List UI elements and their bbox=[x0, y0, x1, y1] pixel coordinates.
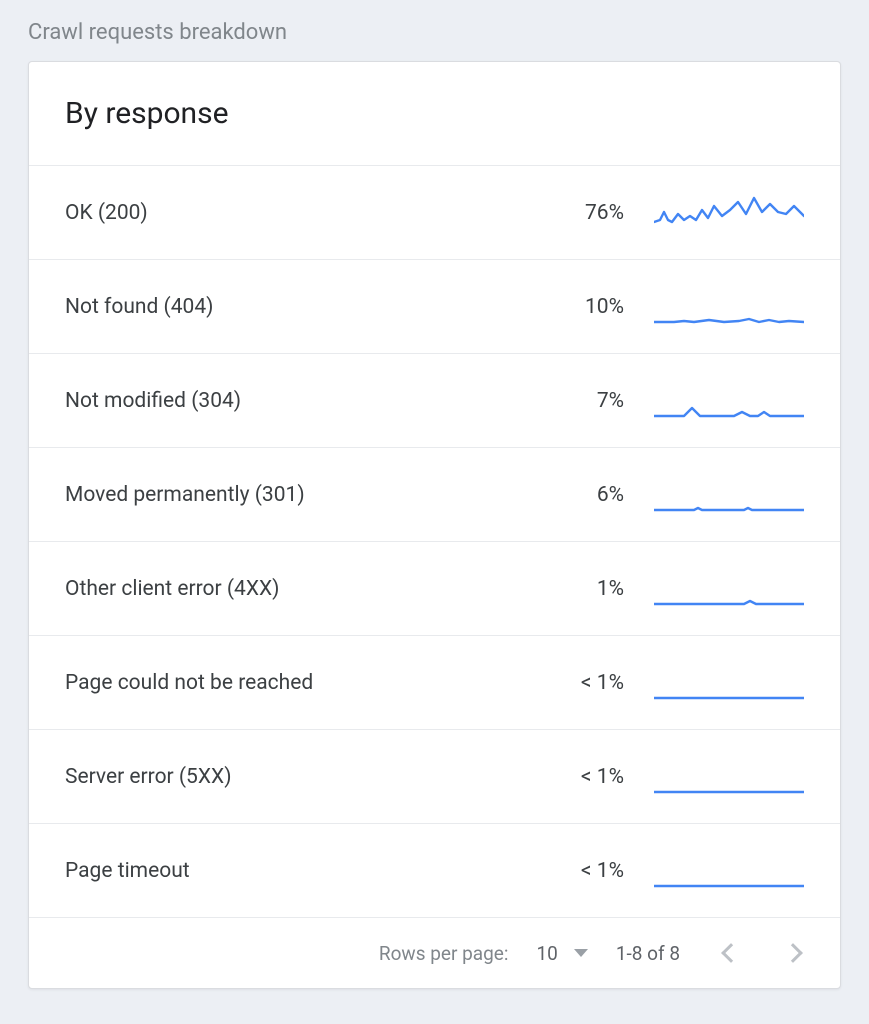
rows-per-page-label: Rows per page: bbox=[379, 942, 509, 965]
table-row[interactable]: Other client error (4XX)1% bbox=[29, 541, 840, 635]
sparkline-icon bbox=[654, 568, 804, 610]
sparkline-icon bbox=[654, 850, 804, 892]
row-label: Not found (404) bbox=[65, 295, 528, 319]
table-row[interactable]: Moved permanently (301)6% bbox=[29, 447, 840, 541]
row-value: < 1% bbox=[528, 859, 624, 883]
card-title: By response bbox=[65, 96, 804, 131]
table-row[interactable]: Not found (404)10% bbox=[29, 259, 840, 353]
row-value: < 1% bbox=[528, 671, 624, 695]
sparkline-icon bbox=[654, 474, 804, 516]
row-label: Page timeout bbox=[65, 859, 528, 883]
rows-per-page-value: 10 bbox=[536, 942, 557, 965]
row-label: OK (200) bbox=[65, 201, 528, 225]
sparkline-icon bbox=[654, 192, 804, 234]
row-value: 1% bbox=[528, 577, 624, 601]
row-value: 7% bbox=[528, 389, 624, 413]
row-value: 10% bbox=[528, 295, 624, 319]
row-label: Moved permanently (301) bbox=[65, 483, 528, 507]
row-value: 6% bbox=[528, 483, 624, 507]
chevron-down-icon bbox=[574, 949, 588, 957]
table-row[interactable]: Page timeout< 1% bbox=[29, 823, 840, 917]
by-response-card: By response OK (200)76%Not found (404)10… bbox=[28, 61, 841, 989]
table-row[interactable]: Server error (5XX)< 1% bbox=[29, 729, 840, 823]
next-page-button[interactable] bbox=[780, 940, 806, 966]
table-row[interactable]: Page could not be reached< 1% bbox=[29, 635, 840, 729]
row-label: Not modified (304) bbox=[65, 389, 528, 413]
row-label: Other client error (4XX) bbox=[65, 577, 528, 601]
table-row[interactable]: OK (200)76% bbox=[29, 165, 840, 259]
row-value: 76% bbox=[528, 201, 624, 225]
chevron-left-icon bbox=[721, 943, 741, 963]
sparkline-icon bbox=[654, 380, 804, 422]
chevron-right-icon bbox=[783, 943, 803, 963]
table-row[interactable]: Not modified (304)7% bbox=[29, 353, 840, 447]
row-label: Page could not be reached bbox=[65, 671, 528, 695]
table-footer: Rows per page: 10 1-8 of 8 bbox=[29, 917, 840, 988]
page-title: Crawl requests breakdown bbox=[28, 20, 841, 45]
row-label: Server error (5XX) bbox=[65, 765, 528, 789]
pagination-range: 1-8 of 8 bbox=[616, 942, 680, 965]
rows-per-page-select[interactable]: 10 bbox=[536, 942, 587, 965]
row-value: < 1% bbox=[528, 765, 624, 789]
sparkline-icon bbox=[654, 662, 804, 704]
prev-page-button[interactable] bbox=[718, 940, 744, 966]
sparkline-icon bbox=[654, 756, 804, 798]
sparkline-icon bbox=[654, 286, 804, 328]
